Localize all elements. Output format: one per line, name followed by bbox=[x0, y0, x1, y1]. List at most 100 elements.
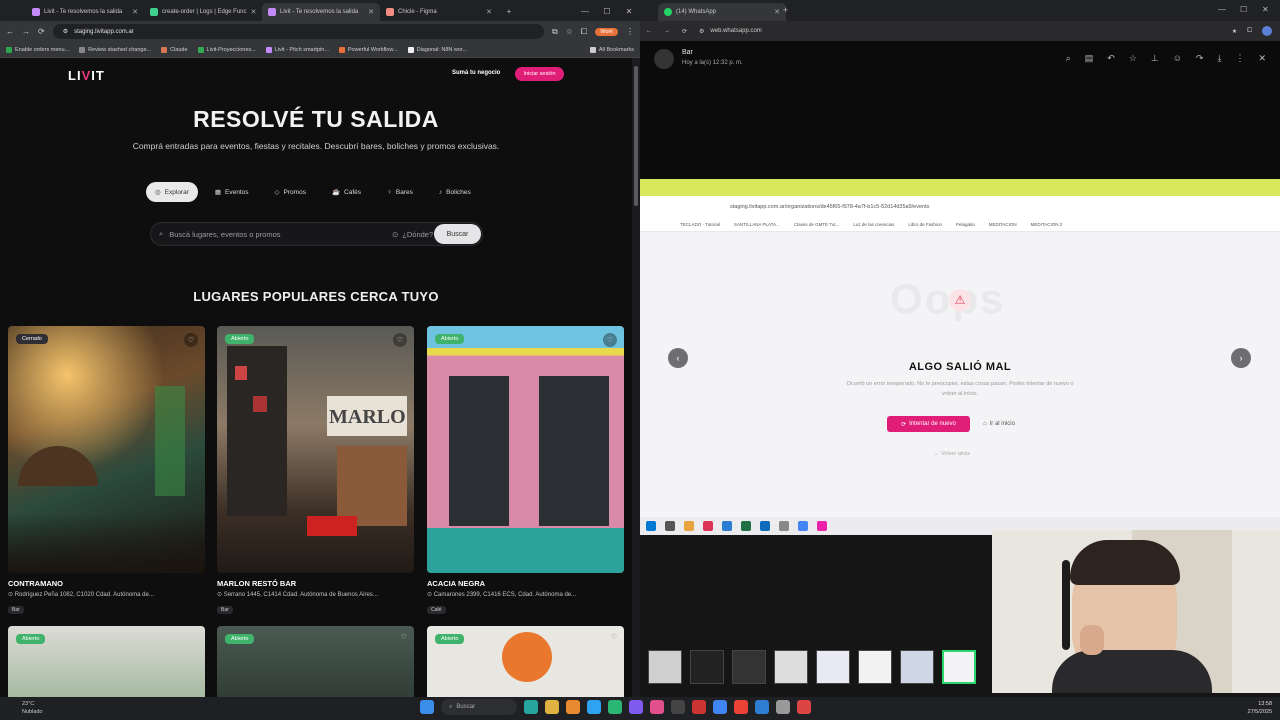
bookmark-star-icon[interactable]: ☆ bbox=[566, 27, 573, 36]
place-card-acacia[interactable]: Abierto ♡ ACACIA NEGRA ⊙ Camarones 2399,… bbox=[427, 326, 624, 616]
chip-explorar[interactable]: ◎ Explorar bbox=[146, 182, 198, 202]
place-card[interactable]: Abierto ♡ bbox=[427, 626, 624, 700]
file-explorer-icon[interactable] bbox=[545, 700, 559, 714]
place-card-marlon[interactable]: MARLO Abierto ♡ MARLON RESTÓ BAR ⊙ Serra… bbox=[217, 326, 414, 616]
close-tab-icon[interactable]: ✕ bbox=[486, 8, 492, 16]
next-media-button[interactable]: › bbox=[1231, 348, 1251, 368]
contact-avatar[interactable] bbox=[654, 49, 674, 69]
system-tray-clock[interactable]: 13:58 27/5/2025 bbox=[1248, 700, 1272, 716]
tab-livit-1[interactable]: Livit - Te resolvemos la salida ✕ bbox=[26, 3, 144, 21]
livit-logo[interactable]: LIVIT bbox=[68, 68, 105, 83]
bookmark-star-icon[interactable]: ★ bbox=[1232, 28, 1237, 35]
all-bookmarks[interactable]: All Bookmarks bbox=[589, 46, 634, 53]
bookmark-item[interactable]: Review stashed change... bbox=[79, 46, 151, 53]
chrome-icon[interactable] bbox=[734, 700, 748, 714]
app-icon[interactable] bbox=[587, 700, 601, 714]
close-tab-icon[interactable]: ✕ bbox=[774, 8, 780, 16]
close-tab-icon[interactable]: ✕ bbox=[368, 8, 374, 16]
more-icon[interactable]: ⋮ bbox=[1235, 53, 1244, 64]
previous-media-button[interactable]: ‹ bbox=[668, 348, 688, 368]
chat-icon[interactable]: ▤ bbox=[1085, 53, 1094, 64]
app-icon[interactable] bbox=[776, 700, 790, 714]
bookmark-item[interactable]: Claude bbox=[161, 46, 188, 53]
reply-icon[interactable]: ↶ bbox=[1107, 53, 1115, 64]
app-icon[interactable] bbox=[629, 700, 643, 714]
media-thumbnail[interactable] bbox=[732, 650, 766, 684]
app-icon[interactable] bbox=[692, 700, 706, 714]
favorite-heart-icon[interactable]: ♡ bbox=[393, 333, 407, 347]
menu-icon[interactable]: ⋮ bbox=[626, 27, 634, 36]
app-icon[interactable] bbox=[671, 700, 685, 714]
minimize-icon[interactable]: — bbox=[574, 7, 596, 16]
back-icon[interactable]: ← bbox=[6, 27, 14, 36]
close-tab-icon[interactable]: ✕ bbox=[251, 8, 257, 16]
bookmark-item[interactable]: Enable orders menu... bbox=[6, 46, 69, 53]
favorite-heart-icon[interactable]: ♡ bbox=[603, 333, 617, 347]
place-card[interactable]: Abierto bbox=[8, 626, 205, 700]
maximize-icon[interactable]: ☐ bbox=[1240, 5, 1247, 14]
close-window-icon[interactable]: ✕ bbox=[1262, 5, 1269, 14]
new-tab-icon[interactable]: + bbox=[783, 5, 788, 15]
extensions-icon[interactable]: ⧠ bbox=[1247, 28, 1252, 35]
favorite-heart-icon[interactable]: ♡ bbox=[611, 633, 617, 641]
suma-tu-negocio-link[interactable]: Sumá tu negocio bbox=[452, 70, 500, 76]
media-thumbnail[interactable] bbox=[690, 650, 724, 684]
app-icon[interactable] bbox=[608, 700, 622, 714]
star-icon[interactable]: ☆ bbox=[1129, 53, 1137, 64]
media-thumbnail[interactable] bbox=[900, 650, 934, 684]
app-icon[interactable] bbox=[650, 700, 664, 714]
close-tab-icon[interactable]: ✕ bbox=[132, 8, 138, 16]
app-icon[interactable] bbox=[755, 700, 769, 714]
bookmark-item[interactable]: Powerful Workflow... bbox=[338, 46, 398, 53]
windows-start-icon[interactable] bbox=[420, 700, 434, 714]
favorite-heart-icon[interactable]: ♡ bbox=[401, 633, 407, 641]
app-icon[interactable] bbox=[797, 700, 811, 714]
url-field[interactable]: ⚙ staging.livitapp.com.ar bbox=[52, 24, 544, 39]
scrollbar-thumb[interactable] bbox=[634, 66, 638, 206]
contact-name[interactable]: Bar bbox=[682, 49, 693, 56]
extensions-icon[interactable]: ⧠ bbox=[581, 27, 587, 37]
media-thumbnail[interactable] bbox=[858, 650, 892, 684]
bookmark-item[interactable]: Livit-Proyecciones... bbox=[197, 46, 256, 53]
chip-eventos[interactable]: ▦ Eventos bbox=[206, 182, 258, 202]
zoom-icon[interactable]: ⌕ bbox=[1066, 53, 1071, 64]
maximize-icon[interactable]: ☐ bbox=[596, 7, 618, 16]
media-thumbnail[interactable] bbox=[816, 650, 850, 684]
reload-icon[interactable]: ⟳ bbox=[682, 28, 687, 35]
translate-icon[interactable]: ⧉ bbox=[552, 27, 558, 37]
favorite-heart-icon[interactable]: ♡ bbox=[184, 333, 198, 347]
close-window-icon[interactable]: ✕ bbox=[618, 7, 640, 16]
chrome-icon[interactable] bbox=[713, 700, 727, 714]
taskbar-search[interactable]: ⌕ Buscar bbox=[441, 699, 517, 715]
tab-whatsapp[interactable]: (14) WhatsApp ✕ bbox=[658, 3, 786, 21]
app-icon[interactable] bbox=[566, 700, 580, 714]
copilot-icon[interactable] bbox=[524, 700, 538, 714]
chip-promos[interactable]: ◇ Promos bbox=[266, 182, 315, 202]
url-text[interactable]: web.whatsapp.com bbox=[710, 28, 761, 34]
chip-boliches[interactable]: ♪ Boliches bbox=[430, 182, 480, 202]
download-icon[interactable]: ⤓ bbox=[1217, 53, 1221, 64]
pin-icon[interactable]: ⊥ bbox=[1151, 53, 1159, 64]
forward-icon[interactable]: → bbox=[664, 28, 670, 34]
place-card[interactable]: Abierto ♡ bbox=[217, 626, 414, 700]
back-icon[interactable]: ← bbox=[646, 28, 652, 34]
media-thumbnail-selected[interactable] bbox=[942, 650, 976, 684]
login-button[interactable]: Iniciar sesión bbox=[515, 67, 564, 81]
bookmark-item[interactable]: Diagonal: N8N wor... bbox=[407, 46, 467, 53]
close-icon[interactable]: ✕ bbox=[1258, 53, 1266, 64]
chip-bares[interactable]: ♀ Bares bbox=[378, 182, 422, 202]
emoji-icon[interactable]: ☺ bbox=[1173, 53, 1182, 64]
chip-cafes[interactable]: ☕ Cafés bbox=[323, 182, 370, 202]
tab-livit-2[interactable]: Livit - Te resolvemos la salida ✕ bbox=[262, 3, 380, 21]
media-thumbnail[interactable] bbox=[774, 650, 808, 684]
search-button[interactable]: Buscar bbox=[434, 224, 481, 244]
tab-figma[interactable]: Chicle - Figma ✕ bbox=[380, 3, 498, 21]
forward-icon[interactable]: → bbox=[22, 27, 30, 36]
forward-icon[interactable]: ↷ bbox=[1196, 53, 1204, 64]
bookmark-item[interactable]: Livit - Pitch smartpin... bbox=[265, 46, 329, 53]
weather-widget[interactable]: 23°C Nublado bbox=[22, 700, 43, 716]
place-card-contramano[interactable]: Cerrado ♡ CONTRAMANO ⊙ Rodríguez Peña 10… bbox=[8, 326, 205, 616]
minimize-icon[interactable]: — bbox=[1218, 5, 1226, 14]
profile-badge[interactable]: Work bbox=[595, 27, 618, 36]
new-tab-icon[interactable]: + bbox=[498, 7, 520, 16]
